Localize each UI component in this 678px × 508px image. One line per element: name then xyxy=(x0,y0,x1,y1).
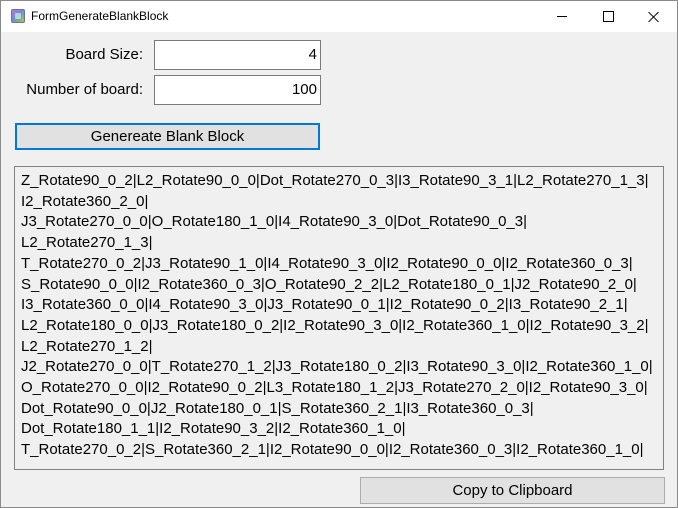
output-line: J2_Rotate270_0_0|T_Rotate270_1_2|J3_Rota… xyxy=(21,358,653,376)
output-line: Z_Rotate90_0_2|L2_Rotate90_0_0|Dot_Rotat… xyxy=(21,172,649,189)
board-size-label: Board Size: xyxy=(65,46,143,63)
close-button[interactable] xyxy=(631,1,677,32)
output-line: I3_Rotate360_0_0|I4_Rotate90_3_0|J3_Rota… xyxy=(21,296,628,314)
output-line: L2_Rotate270_1_3| xyxy=(21,234,153,252)
output-line: T_Rotate270_0_2|J3_Rotate90_1_0|I4_Rotat… xyxy=(21,254,633,272)
minimize-button[interactable] xyxy=(539,1,585,32)
board-count-label: Number of board: xyxy=(26,81,143,98)
output-line: J3_Rotate270_0_0|O_Rotate180_1_0|I4_Rota… xyxy=(21,213,527,231)
output-line: Dot_Rotate90_0_0|J2_Rotate180_0_1|S_Rota… xyxy=(21,399,534,417)
output-line: Dot_Rotate180_1_1|I2_Rotate90_3_2|I2_Rot… xyxy=(21,420,406,438)
maximize-button[interactable] xyxy=(585,1,631,32)
generate-blank-block-button[interactable]: Genereate Blank Block xyxy=(15,123,320,150)
minimize-icon xyxy=(557,16,567,17)
window-title: FormGenerateBlankBlock xyxy=(31,9,169,23)
title-bar: FormGenerateBlankBlock xyxy=(1,1,677,32)
output-line: S_Rotate90_0_0|I2_Rotate360_0_3|O_Rotate… xyxy=(21,275,637,293)
output-textarea[interactable]: Z_Rotate90_0_2|L2_Rotate90_0_0|Dot_Rotat… xyxy=(14,166,664,470)
copy-to-clipboard-button[interactable]: Copy to Clipboard xyxy=(360,477,665,504)
board-count-input[interactable]: 100 xyxy=(154,75,321,105)
app-window: FormGenerateBlankBlock Board Size: 4 Num… xyxy=(0,0,678,508)
app-icon xyxy=(11,9,25,23)
board-size-input[interactable]: 4 xyxy=(154,40,321,70)
output-line: L2_Rotate180_0_0|J3_Rotate180_0_2|I2_Rot… xyxy=(21,316,649,334)
close-icon xyxy=(648,11,660,23)
maximize-icon xyxy=(602,11,614,22)
output-line: T_Rotate270_0_2|S_Rotate360_2_1|I2_Rotat… xyxy=(21,441,644,459)
output-line: L2_Rotate270_1_2| xyxy=(21,337,153,355)
output-line: I2_Rotate360_2_0| xyxy=(21,192,149,210)
output-line: O_Rotate270_0_0|I2_Rotate90_0_2|L3_Rotat… xyxy=(21,379,648,397)
